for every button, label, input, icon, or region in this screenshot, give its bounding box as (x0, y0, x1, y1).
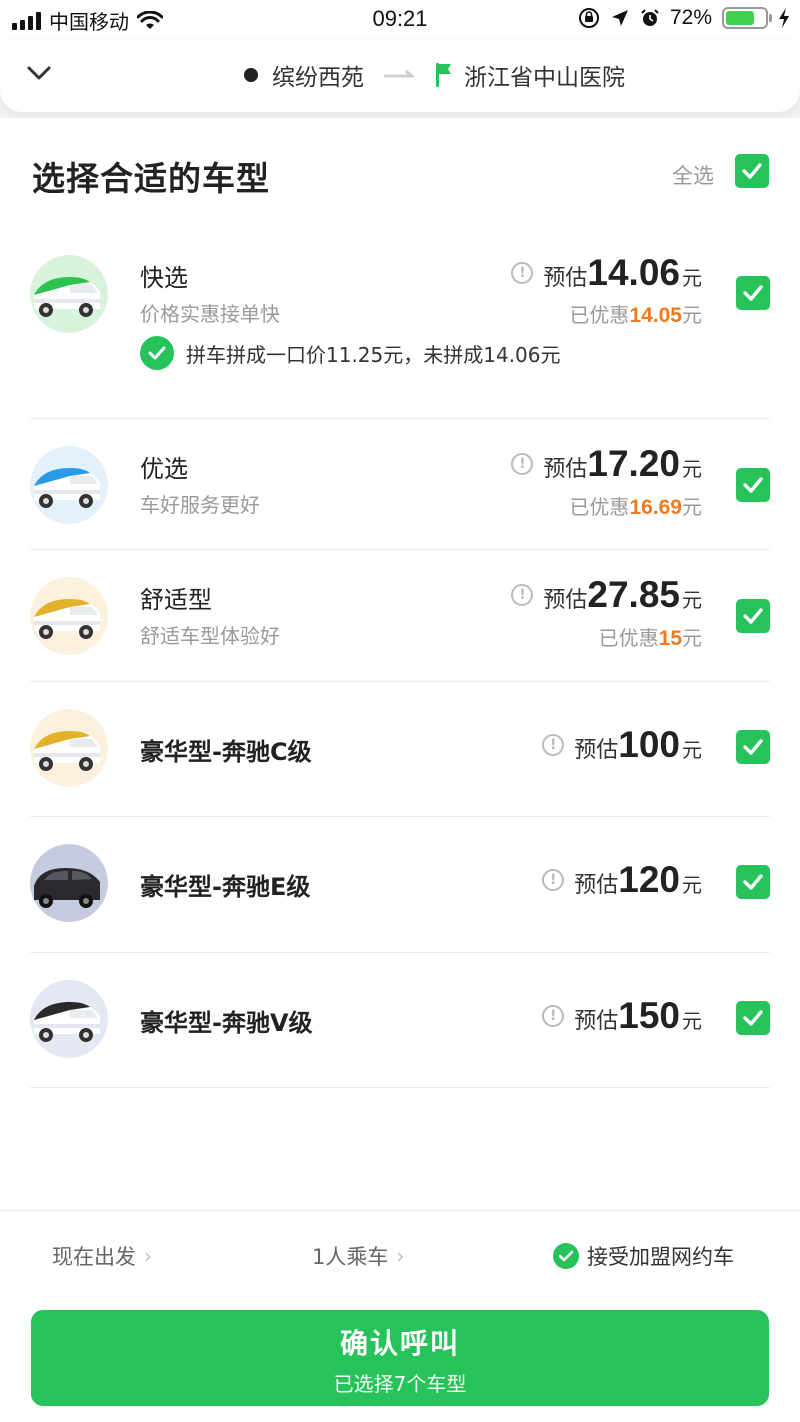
car-avatar (30, 844, 108, 922)
origin-label: 缤纷西苑 (272, 65, 364, 91)
price-value: 100 (618, 724, 680, 765)
car-name: 豪华型-奔驰V级 (140, 1009, 313, 1037)
alarm-icon (641, 9, 659, 26)
car-checkbox[interactable] (736, 468, 770, 502)
car-icon (30, 844, 108, 922)
car-avatar (30, 255, 108, 333)
price-estimate: ! 预估 150 元 (542, 995, 702, 1037)
confirm-call-button[interactable]: 确认呼叫 已选择7个车型 (31, 1310, 769, 1406)
select-all-label[interactable]: 全选 (672, 160, 714, 190)
info-icon[interactable]: ! (542, 869, 565, 891)
chevron-right-icon: › (144, 1244, 152, 1268)
info-icon[interactable]: ! (511, 262, 534, 284)
car-checkbox[interactable] (736, 865, 770, 899)
car-checkbox[interactable] (736, 1001, 770, 1035)
charging-icon (779, 8, 789, 28)
car-desc: 舒适车型体验好 (140, 624, 280, 648)
route-header: 缤纷西苑 浙江省中山医院 (0, 40, 800, 112)
car-type-panel: 选择合适的车型 全选 快选 价格实惠接单快 ! 预估 14.06 元 已优惠14 (0, 118, 800, 1210)
destination-flag-icon (436, 63, 451, 87)
location-arrow-icon (611, 10, 628, 26)
price-estimate: ! 预估 27.85 元 (511, 574, 702, 616)
check-circle-icon (553, 1243, 579, 1269)
price-estimate: ! 预估 100 元 (542, 724, 702, 766)
car-avatar (30, 446, 108, 524)
car-icon (30, 577, 108, 655)
confirm-label: 确认呼叫 (339, 1327, 460, 1360)
discount-amount: 16.69 (629, 496, 682, 519)
route-to: 浙江省中山医院 (436, 58, 625, 92)
price-value: 120 (618, 859, 680, 900)
price-value: 150 (618, 995, 680, 1036)
check-icon (743, 477, 763, 493)
status-bar: 中国移动 09:21 72% (0, 0, 800, 40)
carpool-text: 拼车拼成一口价11.25元，未拼成14.06元 (186, 342, 561, 367)
route-arrow-icon (384, 70, 414, 78)
car-name: 豪华型-奔驰E级 (140, 873, 311, 901)
discount-text: 已优惠14.05元 (569, 303, 702, 327)
price-value: 17.20 (587, 443, 680, 484)
check-icon (742, 163, 762, 179)
check-icon (743, 874, 763, 890)
section-title: 选择合适的车型 (32, 159, 270, 198)
car-row-benz-v[interactable]: 豪华型-奔驰V级 ! 预估 150 元 (30, 953, 770, 1088)
passenger-count-option[interactable]: 1人乘车 › (312, 1241, 404, 1271)
car-name: 优选 (140, 455, 188, 483)
check-icon (743, 608, 763, 624)
info-icon[interactable]: ! (542, 734, 565, 756)
price-value: 27.85 (587, 574, 680, 615)
car-checkbox[interactable] (736, 730, 770, 764)
price-estimate: ! 预估 120 元 (542, 859, 702, 901)
car-row-youxuan[interactable]: 优选 车好服务更好 ! 预估 17.20 元 已优惠16.69元 (30, 419, 770, 550)
battery-percent: 72% (669, 6, 712, 29)
car-icon (30, 709, 108, 787)
check-circle-icon (140, 336, 174, 370)
rotation-lock-icon (578, 8, 599, 28)
discount-text: 已优惠15元 (598, 626, 702, 650)
discount-amount: 14.05 (629, 304, 682, 327)
check-icon (743, 1010, 763, 1026)
car-row-benz-e[interactable]: 豪华型-奔驰E级 ! 预估 120 元 (30, 817, 770, 953)
info-icon[interactable]: ! (511, 584, 534, 606)
car-icon (30, 980, 108, 1058)
route-from: 缤纷西苑 (244, 58, 364, 92)
car-checkbox[interactable] (736, 599, 770, 633)
car-name: 快选 (140, 264, 188, 292)
discount-amount: 15 (658, 627, 682, 650)
chevron-right-icon: › (396, 1244, 405, 1268)
info-icon[interactable]: ! (542, 1005, 565, 1027)
car-name: 舒适型 (140, 586, 212, 614)
discount-text: 已优惠16.69元 (569, 495, 702, 519)
check-icon (743, 739, 763, 755)
selected-count: 已选择7个车型 (333, 1372, 467, 1396)
car-avatar (30, 709, 108, 787)
car-avatar (30, 577, 108, 655)
depart-time-option[interactable]: 现在出发 › (52, 1241, 152, 1271)
check-icon (743, 285, 763, 301)
car-icon (30, 255, 108, 333)
origin-dot-icon (244, 68, 258, 82)
car-icon (30, 446, 108, 524)
accept-franchise-toggle[interactable]: 接受加盟网约车 (553, 1241, 734, 1271)
car-row-shushi[interactable]: 舒适型 舒适车型体验好 ! 预估 27.85 元 已优惠15元 (30, 550, 770, 682)
status-right: 72% (578, 6, 790, 30)
car-row-benz-c[interactable]: 豪华型-奔驰C级 ! 预估 100 元 (30, 682, 770, 817)
car-name: 豪华型-奔驰C级 (140, 738, 312, 766)
price-value: 14.06 (587, 252, 680, 293)
car-desc: 价格实惠接单快 (140, 302, 280, 326)
select-all-checkbox[interactable] (735, 154, 769, 188)
ride-options: 现在出发 › 1人乘车 › 接受加盟网约车 (0, 1210, 800, 1296)
car-row-kuaixuan[interactable]: 快选 价格实惠接单快 ! 预估 14.06 元 已优惠14.05元 拼车拼成一口… (30, 236, 770, 419)
price-estimate: ! 预估 14.06 元 (511, 252, 702, 294)
info-icon[interactable]: ! (511, 453, 534, 475)
car-desc: 车好服务更好 (140, 493, 260, 517)
car-checkbox[interactable] (736, 276, 770, 310)
car-avatar (30, 980, 108, 1058)
chevron-down-icon[interactable] (26, 60, 52, 86)
carpool-note: 拼车拼成一口价11.25元，未拼成14.06元 (140, 336, 561, 370)
battery-icon (722, 7, 772, 29)
price-estimate: ! 预估 17.20 元 (511, 443, 702, 485)
destination-label: 浙江省中山医院 (464, 65, 625, 91)
